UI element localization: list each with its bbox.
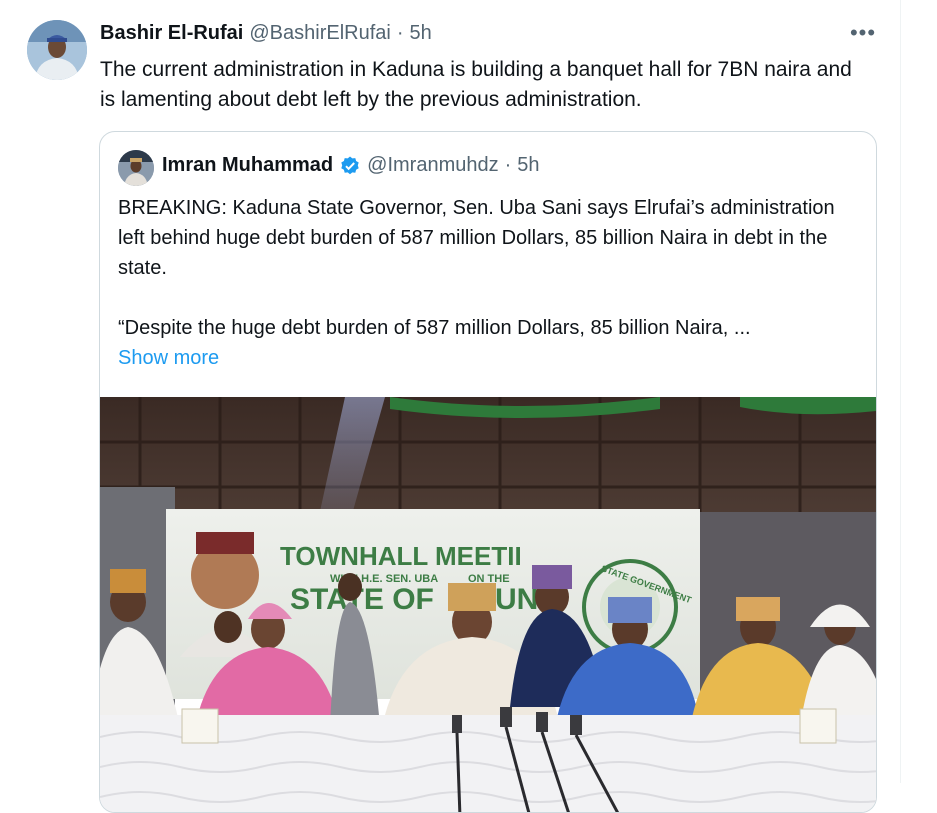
verified-badge-icon <box>339 155 361 177</box>
quoted-tweet-image[interactable]: TOWNHALL MEETII WITH H.E. SEN. UBA ON TH… <box>100 397 876 812</box>
tweet-header: Bashir El-Rufai @BashirElRufai · 5h <box>100 22 432 48</box>
quoted-author-name[interactable]: Imran Muhammad <box>162 154 333 177</box>
tweet-timestamp[interactable]: 5h <box>410 22 432 45</box>
author-avatar[interactable] <box>27 20 87 80</box>
tweet-text: The current administration in Kaduna is … <box>100 58 852 111</box>
quoted-author-handle[interactable]: @Imranmuhdz <box>367 154 498 177</box>
quoted-tweet-header: Imran Muhammad @Imranmuhdz · 5h <box>162 154 540 177</box>
quoted-author-avatar[interactable] <box>118 150 154 186</box>
banner-text-1: TOWNHALL MEETII <box>280 541 522 571</box>
separator-dot: · <box>396 22 404 44</box>
separator-dot: · <box>504 154 512 176</box>
tweet[interactable]: Bashir El-Rufai @BashirElRufai · 5h ••• … <box>0 0 901 813</box>
quoted-text-paragraph-1: BREAKING: Kaduna State Governor, Sen. Ub… <box>118 197 835 279</box>
author-name[interactable]: Bashir El-Rufai <box>100 22 243 45</box>
quoted-text-paragraph-2: “Despite the huge debt burden of 587 mil… <box>118 317 751 339</box>
more-horizontal-icon[interactable]: ••• <box>848 22 878 48</box>
show-more-link[interactable]: Show more <box>118 347 219 369</box>
quoted-tweet-text: BREAKING: Kaduna State Governor, Sen. Ub… <box>118 193 858 373</box>
quoted-tweet[interactable]: Imran Muhammad @Imranmuhdz · 5h BREAKING… <box>99 131 877 813</box>
quoted-tweet-timestamp[interactable]: 5h <box>517 154 539 177</box>
author-handle[interactable]: @BashirElRufai <box>249 22 390 45</box>
